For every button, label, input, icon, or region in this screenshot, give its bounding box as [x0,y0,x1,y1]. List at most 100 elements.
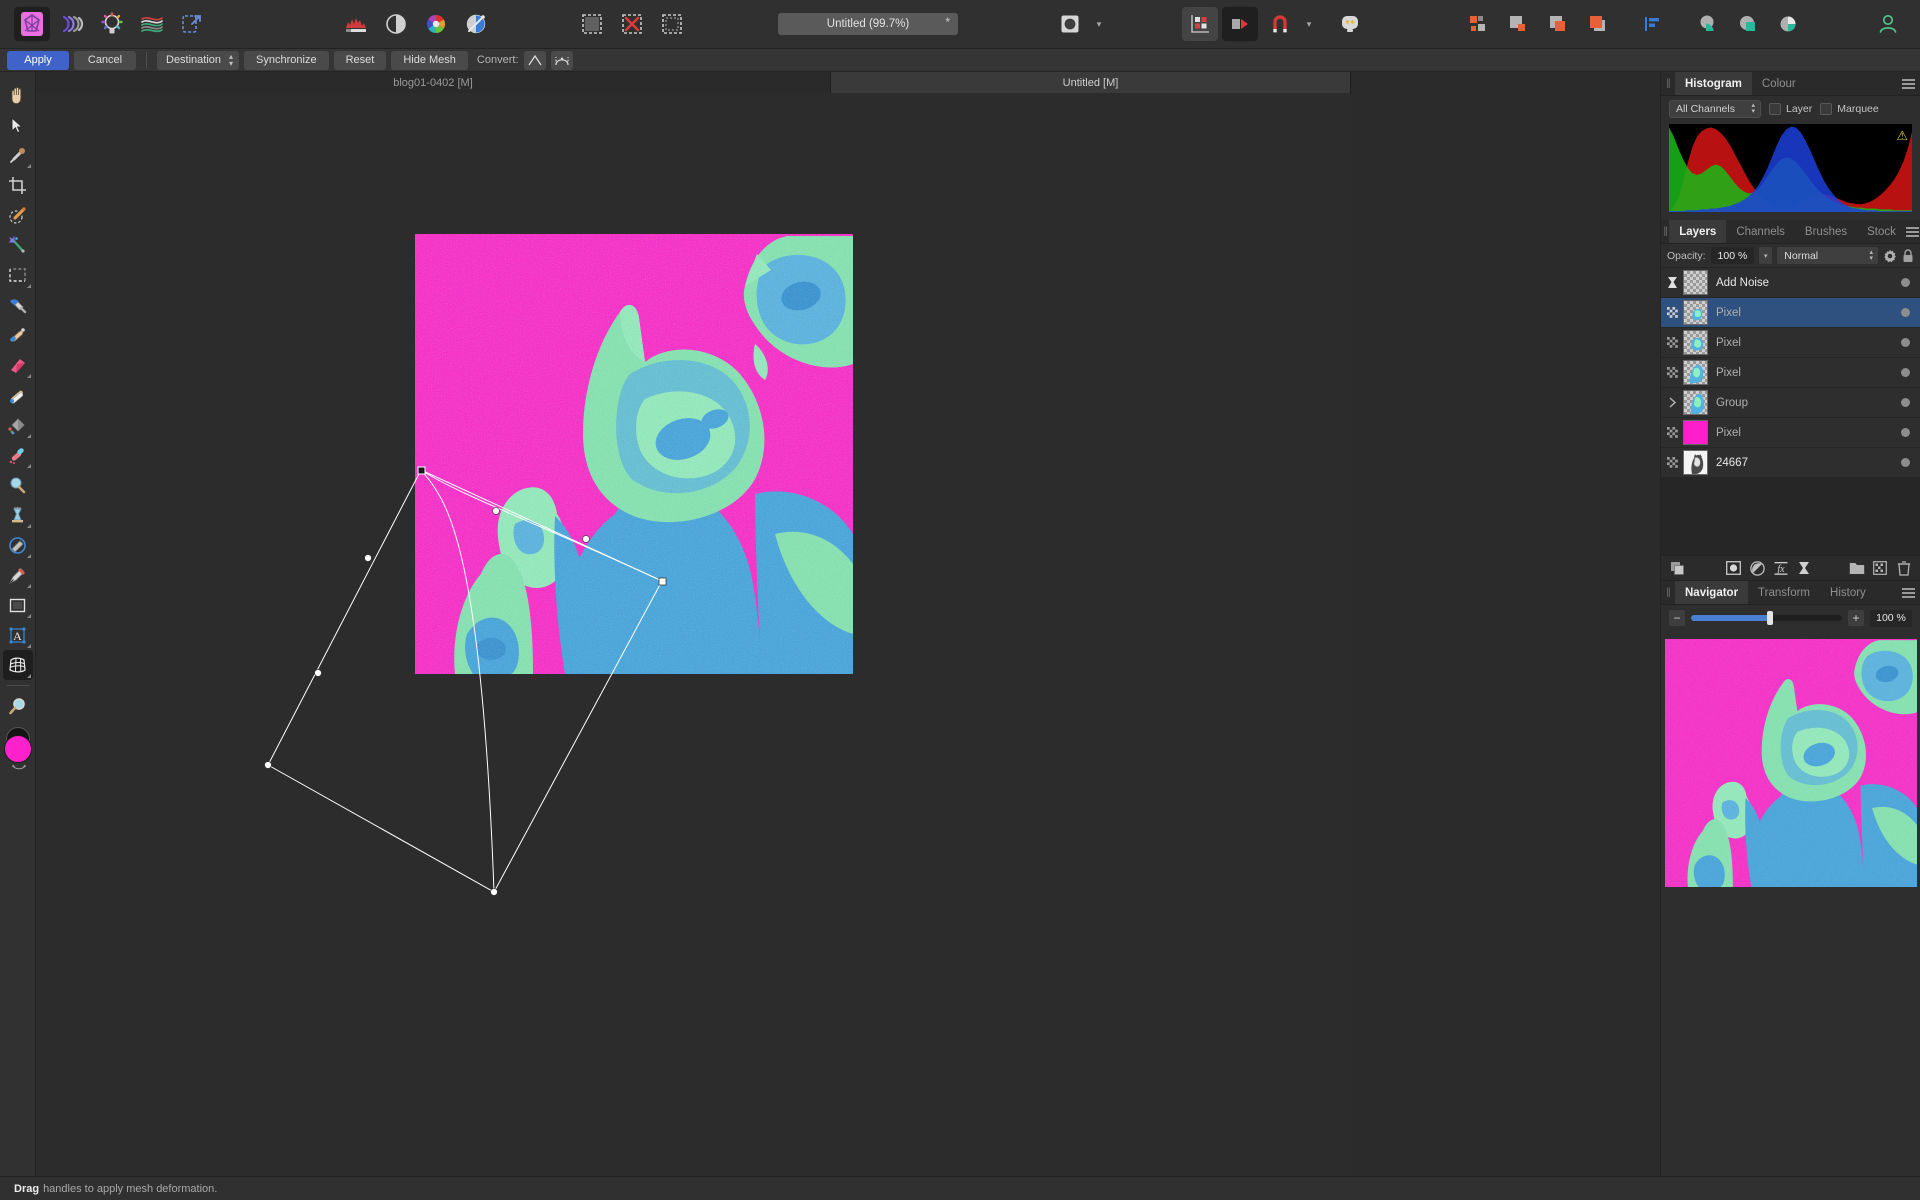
table-row[interactable]: Pixel [1661,298,1920,328]
layer-visibility-toggle[interactable] [1901,428,1910,437]
artboard[interactable] [415,234,853,674]
hide-mesh-button[interactable]: Hide Mesh [391,50,468,70]
table-row[interactable]: Pixel [1661,358,1920,388]
layer-visibility-toggle[interactable] [1901,338,1910,347]
flood-fill-tool[interactable] [3,410,33,440]
geometry-intersect-icon[interactable] [1770,7,1806,41]
lock-icon[interactable] [1902,248,1914,263]
select-pixels-icon[interactable] [574,7,610,41]
flood-select-tool[interactable] [3,230,33,260]
tab-channels[interactable]: Channels [1726,220,1795,243]
colour-picker-tool[interactable] [3,140,33,170]
histogram-channel-select[interactable]: All Channels ▴ ▾ [1669,100,1761,118]
zoom-in-button[interactable]: + [1848,610,1864,626]
document-title-field[interactable]: Untitled (99.7%) * [778,13,958,35]
pixel-tool[interactable] [3,320,33,350]
panel-grip-icon[interactable]: || [1661,72,1675,95]
assistant-icon[interactable] [1332,7,1368,41]
convert-to-smooth-icon[interactable] [550,50,573,70]
marquee-tool[interactable] [3,260,33,290]
photo-persona-icon[interactable] [14,7,50,41]
layer-visibility-toggle[interactable] [1901,278,1910,287]
layer-mask-toggle[interactable] [1661,337,1683,348]
table-row[interactable]: 24667 [1661,448,1920,478]
tab-histogram[interactable]: Histogram [1675,72,1752,95]
clone-brush-tool[interactable] [3,530,33,560]
grid-icon[interactable] [1182,7,1218,41]
layer-mask-toggle[interactable] [1661,427,1683,438]
account-icon[interactable] [1870,7,1906,41]
swap-colours-icon[interactable] [11,764,27,772]
mask-dropdown-caret[interactable]: ▾ [1092,7,1106,41]
tone-mapping-persona-icon[interactable] [134,7,170,41]
snap-edges-icon[interactable] [1222,7,1258,41]
duplicate-layer-button[interactable] [1667,558,1688,578]
zoom-out-button[interactable]: − [1669,610,1685,626]
shape-tool[interactable] [3,590,33,620]
tab-stock[interactable]: Stock [1857,220,1906,243]
split-icon[interactable] [1460,7,1496,41]
levels-icon[interactable] [338,7,374,41]
move-tool[interactable] [3,110,33,140]
align-icon[interactable] [1634,7,1670,41]
layer-visibility-toggle[interactable] [1901,368,1910,377]
cancel-button[interactable]: Cancel [74,50,136,70]
develop-persona-icon[interactable] [94,7,130,41]
tab-blog01[interactable]: blog01-0402 [M] [36,72,831,93]
magnet-icon[interactable] [1262,7,1298,41]
histogram-marquee-checkbox[interactable]: Marquee [1820,103,1879,115]
blend-mode-select[interactable]: Normal ▴ ▾ [1777,247,1878,264]
pen-tool[interactable] [3,560,33,590]
tab-transform[interactable]: Transform [1748,581,1820,604]
histogram-chart[interactable]: ⚠ [1669,124,1912,212]
colour-swatch[interactable] [3,727,33,773]
layers-panel-menu-icon[interactable] [1906,220,1920,243]
zoom-tool[interactable] [3,691,33,721]
tab-brushes[interactable]: Brushes [1795,220,1857,243]
geometry-add-icon[interactable] [1690,7,1726,41]
reset-button[interactable]: Reset [333,50,387,70]
move-front-icon[interactable] [1580,7,1616,41]
mesh-warp-tool[interactable] [2,650,33,680]
tab-layers[interactable]: Layers [1669,220,1727,243]
layers-empty-space[interactable] [1661,478,1920,555]
zoom-level-input[interactable]: 100 % [1870,609,1912,627]
histogram-panel-menu-icon[interactable] [1896,72,1920,95]
deselect-icon[interactable] [614,7,650,41]
convert-to-sharp-icon[interactable] [523,50,546,70]
export-persona-icon[interactable] [174,7,210,41]
synchronize-button[interactable]: Synchronize [244,50,329,70]
table-row[interactable]: Add Noise [1661,268,1920,298]
gear-icon[interactable] [1883,249,1897,263]
adjustment-layer-button[interactable] [1747,558,1768,578]
layer-visibility-toggle[interactable] [1901,458,1910,467]
paint-brush-tool[interactable] [3,290,33,320]
add-pixel-layer-button[interactable] [1870,558,1891,578]
apply-button[interactable]: Apply [7,50,69,70]
geometry-subtract-icon[interactable] [1730,7,1766,41]
zoom-slider-knob[interactable] [1766,611,1773,625]
move-back-icon[interactable] [1500,7,1536,41]
mask-preview-icon[interactable] [1052,7,1088,41]
table-row[interactable]: Pixel [1661,418,1920,448]
snapping-dropdown-caret[interactable]: ▾ [1302,7,1316,41]
panel-grip-icon[interactable]: || [1661,581,1675,604]
layer-mask-toggle[interactable] [1661,367,1683,378]
canvas-area[interactable] [36,93,1352,1176]
blur-tool[interactable] [3,500,33,530]
zoom-slider[interactable] [1691,611,1842,625]
dodge-tool[interactable] [3,440,33,470]
tab-untitled[interactable]: Untitled [M] [831,72,1351,93]
add-group-button[interactable] [1847,558,1868,578]
clipping-warning-icon[interactable]: ⚠ [1896,128,1908,144]
delete-layer-button[interactable] [1894,558,1915,578]
paint-mixer-tool[interactable] [3,380,33,410]
sponge-tool[interactable] [3,470,33,500]
erase-brush-tool[interactable] [3,350,33,380]
panel-grip-icon[interactable]: || [1661,220,1669,243]
layer-filter-toggle[interactable] [1661,276,1683,289]
foreground-colour-swatch[interactable] [3,735,32,763]
live-filter-stack-button[interactable] [1794,558,1815,578]
adjustment-icon[interactable] [378,7,414,41]
table-row[interactable]: Pixel [1661,328,1920,358]
